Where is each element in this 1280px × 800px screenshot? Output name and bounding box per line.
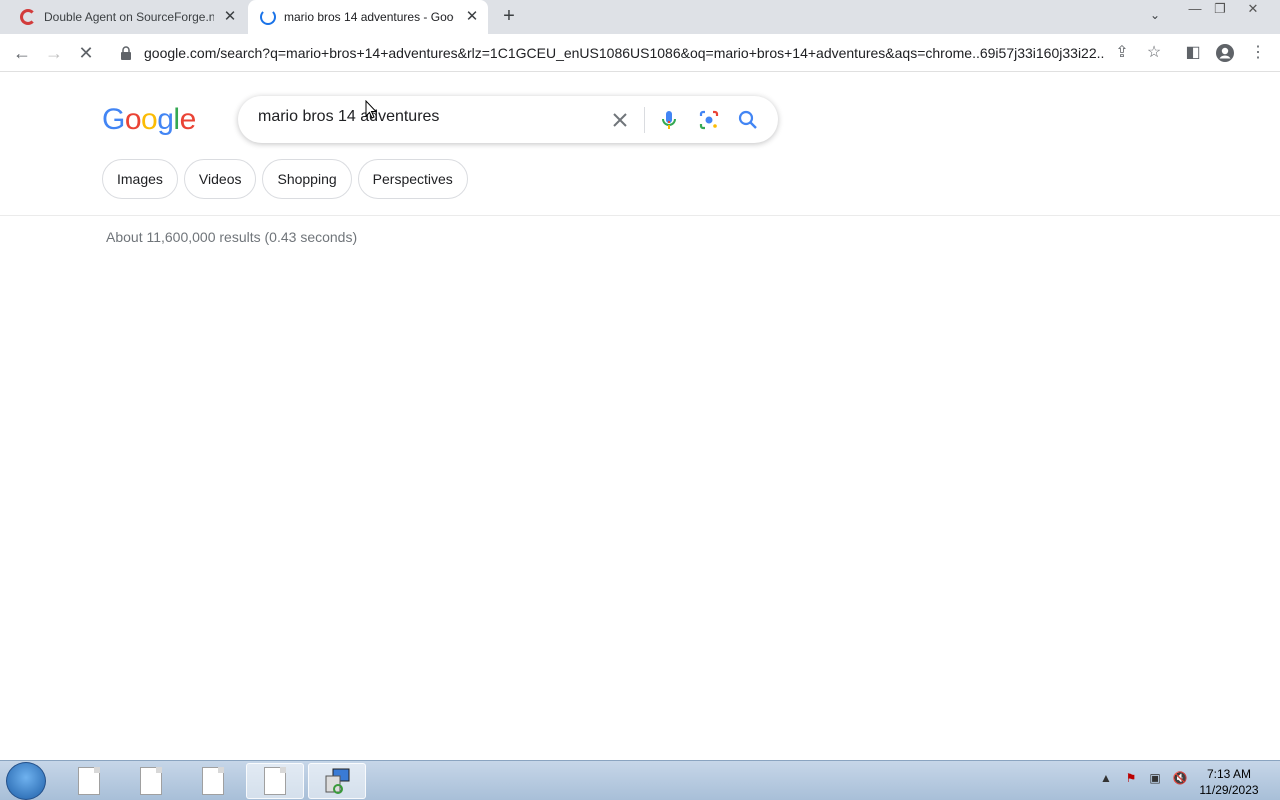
search-filter-chips: Images Videos Shopping Perspectives: [102, 159, 468, 199]
menu-kebab-icon[interactable]: ⋮: [1247, 42, 1269, 64]
new-tab-button[interactable]: +: [498, 6, 520, 28]
chip-images[interactable]: Images: [102, 159, 178, 199]
chip-perspectives[interactable]: Perspectives: [357, 159, 468, 199]
document-icon: [140, 767, 162, 795]
lock-icon: [121, 46, 131, 60]
clock-date: 11/29/2023: [1199, 783, 1259, 797]
close-window-button[interactable]: ✕: [1242, 0, 1264, 20]
minimize-button[interactable]: —: [1184, 0, 1206, 20]
chip-shopping[interactable]: Shopping: [262, 159, 352, 199]
taskbar-item-document-active[interactable]: [246, 763, 304, 799]
network-status-icon[interactable]: ▣: [1147, 771, 1163, 787]
back-arrow-icon[interactable]: ←: [10, 41, 34, 65]
logo-letter: e: [179, 103, 197, 136]
tab-search-chevron-icon[interactable]: ⌄: [1150, 8, 1170, 26]
document-icon: [202, 767, 224, 795]
header-divider: [0, 215, 1280, 216]
tab-close-icon[interactable]: ✕: [222, 9, 238, 25]
taskbar-item-document[interactable]: [184, 763, 242, 799]
tab-close-icon[interactable]: ✕: [464, 9, 480, 25]
tab-title: mario bros 14 adventures - Google Search: [284, 10, 454, 24]
browser-tab-strip: Double Agent on SourceForge.net ✕ mario …: [0, 0, 1280, 34]
bookmark-star-icon[interactable]: ☆: [1143, 42, 1165, 64]
clock-time: 7:13 AM: [1206, 767, 1252, 781]
browser-toolbar: ← → ✕ google.com/search?q=mario+bros+14+…: [0, 34, 1280, 72]
side-panel-icon[interactable]: ◧: [1182, 42, 1204, 64]
restore-button[interactable]: ❐: [1209, 0, 1231, 20]
google-lens-camera-icon[interactable]: [696, 107, 722, 133]
search-divider: [644, 107, 645, 133]
stop-loading-icon[interactable]: ✕: [74, 41, 98, 65]
document-icon: [78, 767, 100, 795]
network-computer-icon: [325, 768, 350, 794]
taskbar-clock[interactable]: 7:13 AM 11/29/2023: [1196, 766, 1262, 798]
result-stats: About 11,600,000 results (0.43 seconds): [106, 229, 358, 245]
logo-letter: g: [157, 103, 174, 136]
tab-google-search[interactable]: mario bros 14 adventures - Google Search…: [248, 0, 488, 34]
profile-avatar-icon[interactable]: [1214, 42, 1236, 64]
action-center-flag-icon[interactable]: ⚑: [1123, 771, 1139, 787]
search-magnifier-icon[interactable]: [735, 107, 761, 133]
loading-spinner-icon: [260, 9, 276, 25]
clear-search-icon[interactable]: [607, 107, 633, 133]
chip-videos[interactable]: Videos: [183, 159, 257, 199]
forward-arrow-icon[interactable]: →: [42, 41, 66, 65]
search-input[interactable]: [258, 108, 598, 126]
logo-letter: G: [102, 103, 125, 136]
windows-taskbar: ▲ ⚑ ▣ 🔇 7:13 AM 11/29/2023: [0, 760, 1280, 800]
taskbar-item-document[interactable]: [122, 763, 180, 799]
voice-search-mic-icon[interactable]: [656, 107, 682, 133]
address-bar[interactable]: google.com/search?q=mario+bros+14+advent…: [110, 38, 1110, 68]
tab-title: Double Agent on SourceForge.net: [44, 10, 214, 24]
document-icon: [264, 767, 286, 795]
mouse-cursor-icon: [365, 100, 377, 119]
taskbar-item-network-program[interactable]: [308, 763, 366, 799]
tray-show-hidden-icon[interactable]: ▲: [1098, 771, 1114, 787]
volume-muted-icon[interactable]: 🔇: [1172, 771, 1188, 787]
share-icon[interactable]: ⇪: [1111, 42, 1133, 64]
search-box: [238, 96, 778, 143]
tab-sourceforge[interactable]: Double Agent on SourceForge.net ✕: [8, 0, 246, 34]
logo-letter: o: [141, 103, 158, 136]
start-button-windows-icon[interactable]: [6, 762, 46, 800]
taskbar-item-document[interactable]: [60, 763, 118, 799]
google-logo[interactable]: Google: [102, 103, 196, 137]
address-url[interactable]: google.com/search?q=mario+bros+14+advent…: [144, 45, 1104, 61]
logo-letter: o: [124, 103, 142, 136]
sourceforge-favicon-icon: [20, 9, 36, 25]
